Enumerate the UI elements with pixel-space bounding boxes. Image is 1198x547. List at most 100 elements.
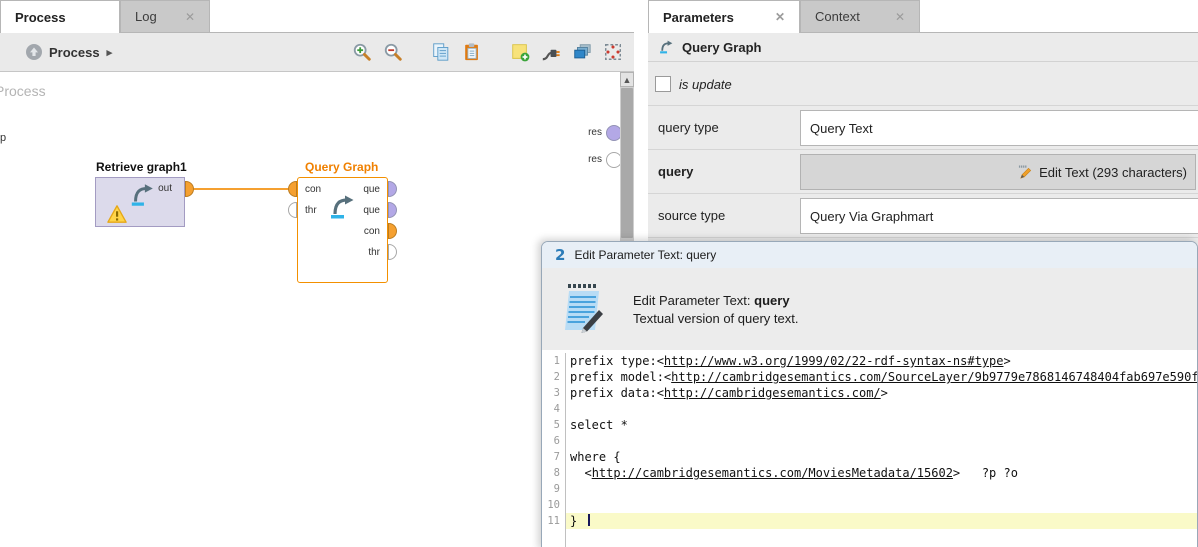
close-icon[interactable]: ✕ — [185, 10, 195, 24]
line-number: 6 — [542, 433, 566, 449]
port-label-que: que — [363, 184, 380, 195]
result-port-label: res — [572, 127, 602, 138]
arrange-icon[interactable] — [571, 41, 593, 63]
code-editor-empty-area — [542, 529, 1197, 547]
edit-text-button[interactable]: Edit Text (293 characters) — [800, 154, 1196, 190]
copy-icon[interactable] — [430, 41, 452, 63]
dialog-header: Edit Parameter Text: query Textual versi… — [542, 268, 1197, 350]
port-thr-out[interactable] — [388, 244, 397, 260]
param-row-query-type: query type Query Text — [648, 106, 1198, 150]
process-toolbar: Process ▸ — [0, 33, 634, 72]
pencil-icon — [1018, 165, 1033, 180]
port-out[interactable] — [185, 181, 194, 197]
port-label-con: con — [305, 184, 321, 195]
dialog-title: Edit Parameter Text: query — [574, 248, 716, 262]
result-port-label: res — [572, 154, 602, 165]
port-que-out[interactable] — [388, 181, 397, 197]
code-line: 1prefix type:<http://www.w3.org/1999/02/… — [542, 353, 1197, 369]
line-number: 8 — [542, 465, 566, 481]
line-number: 2 — [542, 369, 566, 385]
paste-icon[interactable] — [461, 41, 483, 63]
process-canvas[interactable]: Process p Retrieve graph1 out Query Grap… — [0, 72, 634, 547]
app-window: Process Log ✕ Process ▸ Process p — [0, 0, 1198, 547]
parameters-operator-name: Query Graph — [682, 40, 761, 55]
tab-log[interactable]: Log ✕ — [120, 0, 210, 32]
query-type-label: query type — [658, 120, 719, 135]
edit-text-document-icon — [561, 284, 605, 334]
port-label-con-out: con — [364, 226, 380, 237]
chevron-right-icon: ▸ — [107, 46, 113, 59]
tab-parameters[interactable]: Parameters ✕ — [648, 0, 800, 33]
source-type-select[interactable]: Query Via Graphmart — [800, 198, 1198, 234]
port-label-thr-out: thr — [368, 247, 380, 258]
line-number: 3 — [542, 385, 566, 401]
breadcrumb-label: Process — [49, 45, 100, 60]
breadcrumb[interactable]: Process ▸ — [26, 44, 112, 60]
right-tabstrip: Parameters ✕ Context ✕ — [648, 0, 1198, 33]
port-label-out: out — [158, 183, 172, 194]
retrieve-operator-icon — [128, 181, 158, 209]
tab-context[interactable]: Context ✕ — [800, 0, 920, 32]
query-type-select[interactable]: Query Text — [800, 110, 1198, 146]
tab-process[interactable]: Process — [0, 0, 120, 33]
code-line: 2prefix model:<http://cambridgesemantics… — [542, 369, 1197, 385]
source-type-value: Query Via Graphmart — [810, 209, 933, 224]
is-update-checkbox[interactable] — [655, 76, 671, 92]
code-line: 10 — [542, 497, 1197, 513]
query-type-value: Query Text — [810, 121, 873, 136]
port-thr-in[interactable] — [288, 202, 297, 218]
port-con-in[interactable] — [288, 181, 297, 197]
port-label-que2: que — [363, 205, 380, 216]
zoom-in-icon[interactable] — [351, 41, 373, 63]
param-row-source-type: source type Query Via Graphmart — [648, 194, 1198, 238]
zoom-out-icon[interactable] — [382, 41, 404, 63]
tab-log-label: Log — [135, 9, 157, 24]
code-line: 7where { — [542, 449, 1197, 465]
warning-icon — [106, 204, 128, 224]
dialog-subtitle: Textual version of query text. — [633, 311, 798, 326]
text-caret — [588, 514, 590, 526]
operator-query-graph[interactable]: con thr que que con thr — [297, 177, 388, 283]
operator-label-retrieve: Retrieve graph1 — [96, 160, 187, 174]
param-row-query: query Edit Text (293 characters) — [648, 150, 1198, 194]
code-editor[interactable]: 1prefix type:<http://www.w3.org/1999/02/… — [542, 350, 1197, 547]
dialog-titlebar[interactable]: 2 Edit Parameter Text: query — [542, 242, 1197, 268]
code-line: 6 — [542, 433, 1197, 449]
tab-context-label: Context — [815, 9, 860, 24]
query-operator-icon — [658, 39, 675, 55]
operator-label-query-graph: Query Graph — [305, 160, 378, 174]
dialog-heading-param: query — [754, 293, 789, 308]
toolbar-icons — [351, 41, 624, 63]
dialog-heading-prefix: Edit Parameter Text: — [633, 293, 754, 308]
up-circle-icon — [26, 44, 42, 60]
fit-view-icon[interactable] — [602, 41, 624, 63]
close-icon[interactable]: ✕ — [895, 10, 905, 24]
source-type-label: source type — [658, 208, 725, 223]
scrollbar-thumb[interactable] — [621, 88, 633, 238]
port-label-thr: thr — [305, 205, 317, 216]
operator-retrieve-graph1[interactable]: out — [95, 177, 185, 227]
close-icon[interactable]: ✕ — [775, 10, 785, 24]
edit-text-button-label: Edit Text (293 characters) — [1039, 165, 1187, 180]
parameters-operator-header: Query Graph — [648, 33, 1198, 62]
edit-parameter-dialog: 2 Edit Parameter Text: query Edit Parame… — [541, 241, 1198, 547]
code-line: 9 — [542, 481, 1197, 497]
code-line: 11} — [542, 513, 1197, 529]
operator-body: out — [95, 177, 185, 227]
dialog-header-text: Edit Parameter Text: query Textual versi… — [633, 293, 798, 326]
line-number: 5 — [542, 417, 566, 433]
canvas-watermark: Process — [0, 83, 46, 99]
process-tabstrip: Process Log ✕ — [0, 0, 634, 33]
tab-process-label: Process — [15, 10, 66, 25]
port-con-out[interactable] — [388, 223, 397, 239]
operator-body: con thr que que con thr — [297, 177, 388, 283]
auto-wire-icon[interactable] — [540, 41, 562, 63]
query-label: query — [658, 164, 693, 179]
add-note-icon[interactable] — [509, 41, 531, 63]
scrollbar-up-icon[interactable]: ▲ — [620, 72, 634, 87]
code-line: 4 — [542, 401, 1197, 417]
line-number: 10 — [542, 497, 566, 513]
line-number: 4 — [542, 401, 566, 417]
port-que2-out[interactable] — [388, 202, 397, 218]
tab-parameters-label: Parameters — [663, 10, 734, 25]
